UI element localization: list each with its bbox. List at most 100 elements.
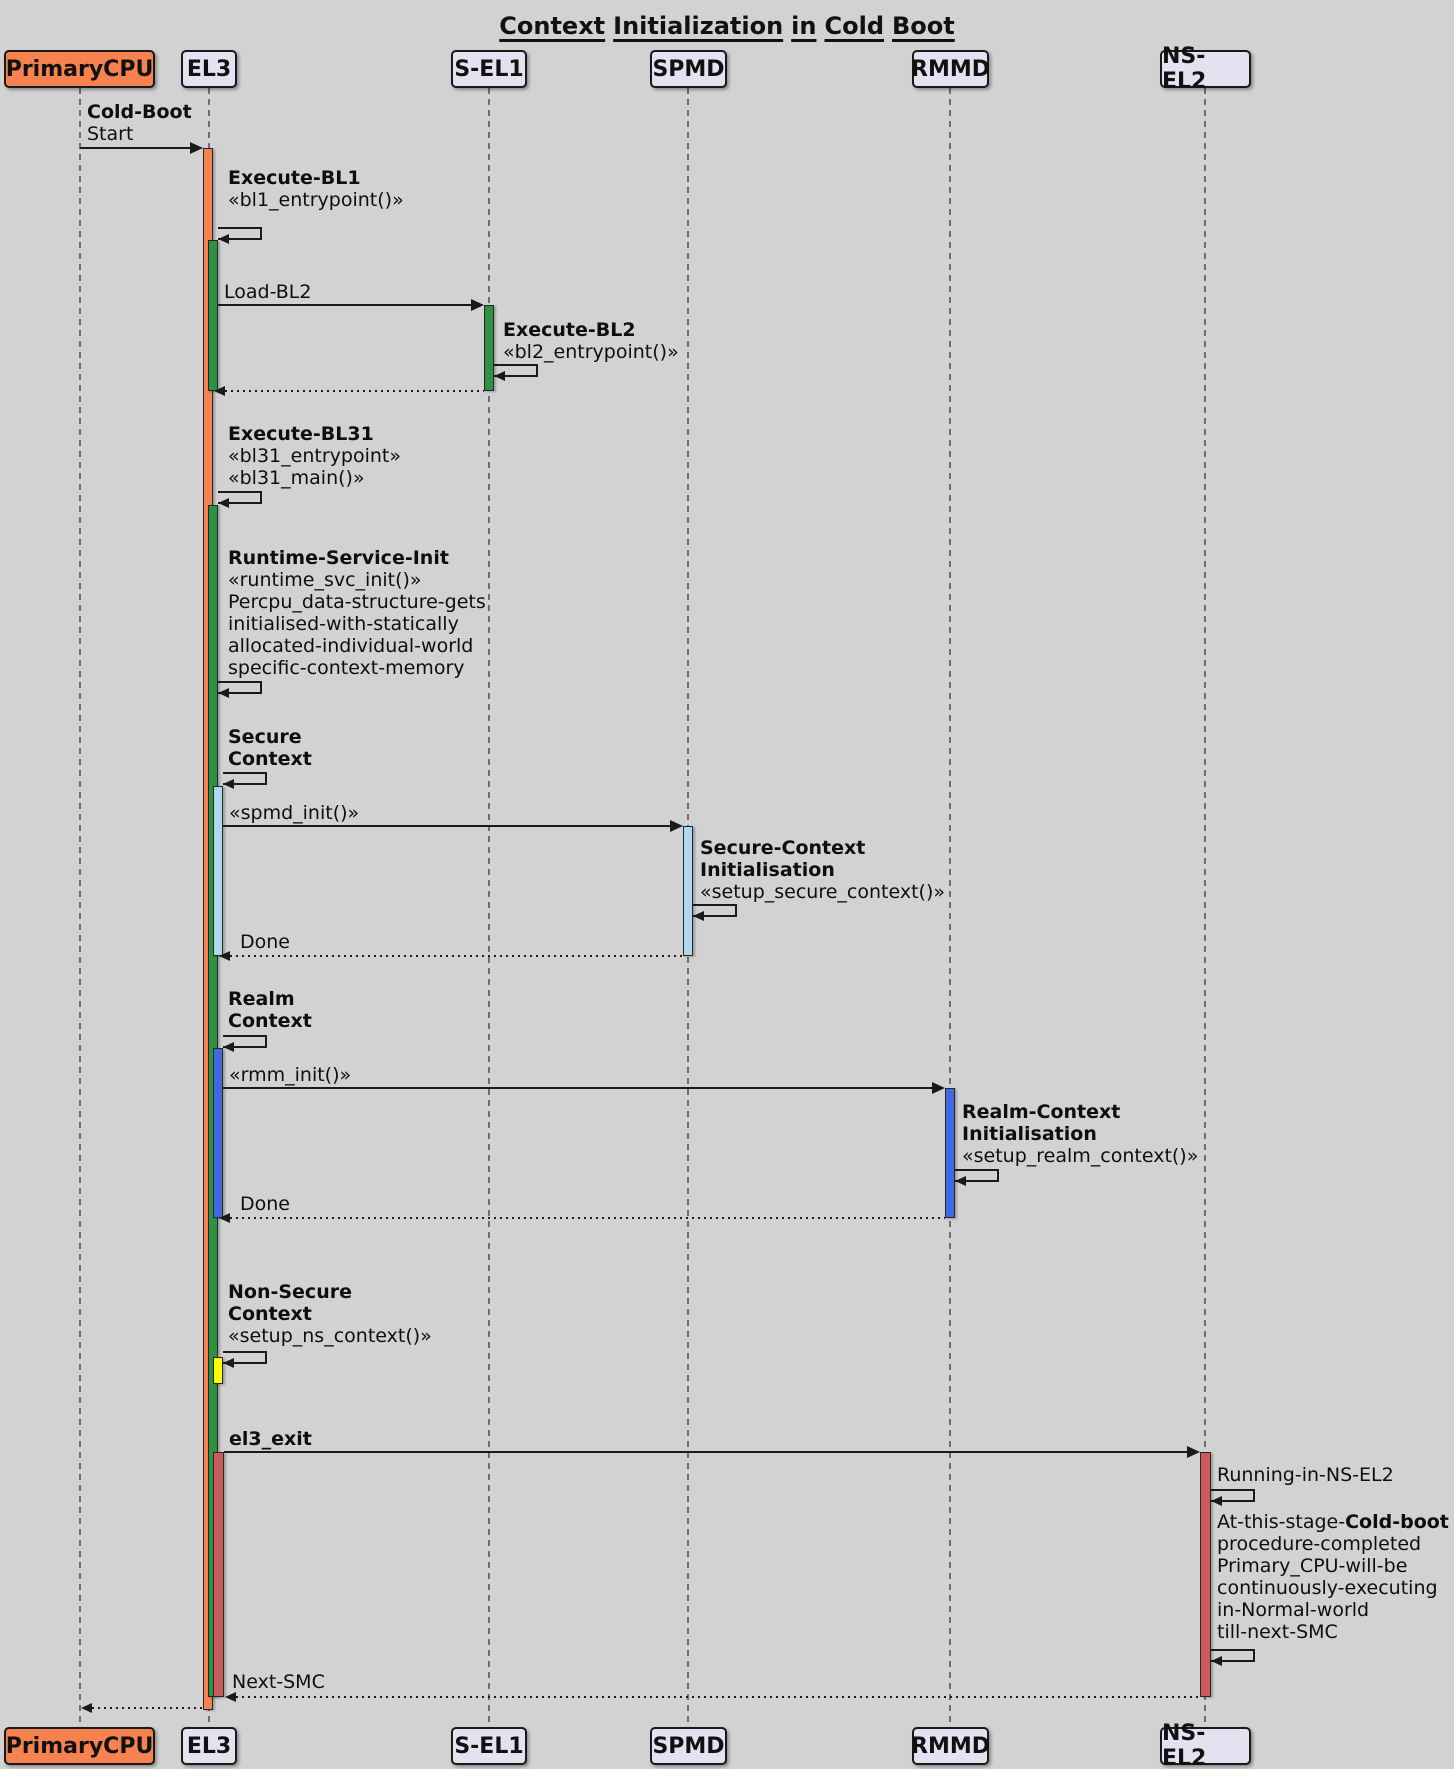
label-line: specific-context-memory	[228, 657, 486, 679]
sequence-diagram: ContextInitializationinColdBoot PrimaryC…	[0, 0, 1454, 1769]
participant-ns-el2-bottom: NS-EL2	[1160, 1727, 1251, 1765]
message-label-running-ns-el2: Running-in-NS-EL2	[1217, 1464, 1394, 1486]
label-line: procedure-completed	[1217, 1533, 1449, 1555]
activation-s-el1-bl2	[484, 305, 494, 391]
label-line: Context	[228, 1010, 312, 1032]
label-line: Secure-Context	[700, 837, 945, 859]
label-line: Context	[228, 1303, 432, 1325]
participant-el3-bottom: EL3	[181, 1727, 237, 1765]
arrowhead-left-icon	[1211, 1656, 1222, 1666]
label-line: Primary_CPU-will-be	[1217, 1555, 1449, 1577]
arrowhead-left-icon	[223, 1042, 234, 1052]
participant-primarycpu-top: PrimaryCPU	[4, 50, 155, 88]
arrowhead-left-icon	[214, 386, 225, 396]
activation-el3-bl1	[208, 240, 218, 391]
arrowhead-left-icon	[494, 371, 505, 381]
arrowhead-left-icon	[218, 234, 229, 244]
label-line: till-next-SMC	[1217, 1621, 1449, 1643]
label-line: «bl1_entrypoint()»	[228, 189, 404, 211]
label-line: «bl31_entrypoint»	[228, 445, 401, 467]
arrowhead-right-icon	[932, 1082, 945, 1094]
message-label-cold-boot: Cold-Boot Start	[87, 101, 192, 145]
message-label-runtime-service-init: Runtime-Service-Init «runtime_svc_init()…	[228, 547, 486, 679]
message-arrow-el3-exit-line	[224, 1451, 1188, 1453]
return-arrow-realm-done-line	[230, 1217, 945, 1219]
participant-s-el1-top: S-EL1	[451, 50, 527, 88]
return-arrow-secure-done-line	[230, 955, 683, 957]
label-line: Context	[228, 748, 312, 770]
message-label-ns-context: Non-Secure Context «setup_ns_context()»	[228, 1281, 432, 1347]
activation-el3-secure-context	[213, 786, 223, 956]
arrowhead-left-icon	[219, 951, 230, 961]
label-line: «spmd_init()»	[229, 802, 359, 824]
label-line: Start	[87, 123, 192, 145]
arrowhead-left-icon	[218, 688, 229, 698]
arrowhead-left-icon	[81, 1703, 92, 1713]
message-label-next-smc: Next-SMC	[232, 1671, 325, 1693]
activation-el3-exit	[213, 1452, 224, 1697]
message-label-done-realm: Done	[240, 1193, 290, 1215]
message-arrow-rmm-init-line	[223, 1087, 933, 1089]
label-line: Secure	[228, 726, 312, 748]
title-word: Initialization	[613, 12, 783, 40]
label-line: Running-in-NS-EL2	[1217, 1464, 1394, 1486]
label-line: «rmm_init()»	[229, 1064, 351, 1086]
label-line: in-Normal-world	[1217, 1599, 1449, 1621]
arrowhead-left-icon	[225, 1692, 236, 1702]
label-line: Done	[240, 931, 290, 953]
title-word: Boot	[892, 12, 955, 40]
return-arrow-next-smc-line	[236, 1696, 1200, 1698]
label-segment: Cold-boot	[1345, 1511, 1449, 1533]
message-label-spmd-init: «spmd_init()»	[229, 802, 359, 824]
activation-rmmd-realm-init	[945, 1088, 955, 1218]
title-word: in	[791, 12, 816, 40]
label-line: initialised-with-statically	[228, 613, 486, 635]
message-label-secure-context-init: Secure-Context Initialisation «setup_sec…	[700, 837, 945, 903]
activation-ns-el2-running	[1200, 1452, 1211, 1697]
participant-rmmd-bottom: RMMD	[912, 1727, 989, 1765]
lifeline-rmmd	[949, 88, 951, 1727]
label-line: Execute-BL1	[228, 167, 404, 189]
label-line: el3_exit	[229, 1428, 312, 1450]
label-line: Next-SMC	[232, 1671, 325, 1693]
return-arrow-bl2-done-line	[225, 390, 484, 392]
arrowhead-left-icon	[1211, 1496, 1222, 1506]
label-line: Execute-BL31	[228, 423, 401, 445]
label-line: Initialisation	[700, 859, 945, 881]
message-label-rmm-init: «rmm_init()»	[229, 1064, 351, 1086]
participant-rmmd-top: RMMD	[912, 50, 989, 88]
message-label-execute-bl2: Execute-BL2 «bl2_entrypoint()»	[503, 319, 679, 363]
title-word: Context	[499, 12, 605, 40]
activation-el3-realm-context	[213, 1048, 223, 1218]
message-label-el3-exit: el3_exit	[229, 1428, 312, 1450]
label-line: continuously-executing	[1217, 1577, 1449, 1599]
participant-el3-top: EL3	[181, 50, 237, 88]
label-line: «bl31_main()»	[228, 467, 401, 489]
label-line: «setup_secure_context()»	[700, 881, 945, 903]
lifeline-primarycpu	[79, 88, 81, 1727]
arrowhead-right-icon	[471, 299, 484, 311]
label-line: Percpu_data-structure-gets	[228, 591, 486, 613]
arrowhead-left-icon	[219, 1213, 230, 1223]
message-arrow-cold-boot-line	[80, 147, 191, 149]
arrowhead-left-icon	[955, 1176, 966, 1186]
arrowhead-right-icon	[1187, 1446, 1200, 1458]
label-line: Realm-Context	[962, 1101, 1198, 1123]
message-label-realm-context-init: Realm-Context Initialisation «setup_real…	[962, 1101, 1198, 1167]
label-line: Done	[240, 1193, 290, 1215]
message-label-realm-context: Realm Context	[228, 988, 312, 1032]
message-label-done-secure: Done	[240, 931, 290, 953]
label-line: «bl2_entrypoint()»	[503, 341, 679, 363]
label-line: Execute-BL2	[503, 319, 679, 341]
label-line: At-this-stage-Cold-boot	[1217, 1511, 1449, 1533]
message-label-secure-context: Secure Context	[228, 726, 312, 770]
label-line: Cold-Boot	[87, 101, 192, 123]
message-arrow-spmd-init-line	[223, 825, 671, 827]
label-line: Realm	[228, 988, 312, 1010]
diagram-title: ContextInitializationinColdBoot	[0, 12, 1454, 40]
participant-ns-el2-top: NS-EL2	[1160, 50, 1251, 88]
label-line: Initialisation	[962, 1123, 1198, 1145]
message-label-execute-bl31: Execute-BL31 «bl31_entrypoint» «bl31_mai…	[228, 423, 401, 489]
message-label-execute-bl1: Execute-BL1 «bl1_entrypoint()»	[228, 167, 404, 211]
return-arrow-to-primarycpu-line	[92, 1707, 203, 1709]
